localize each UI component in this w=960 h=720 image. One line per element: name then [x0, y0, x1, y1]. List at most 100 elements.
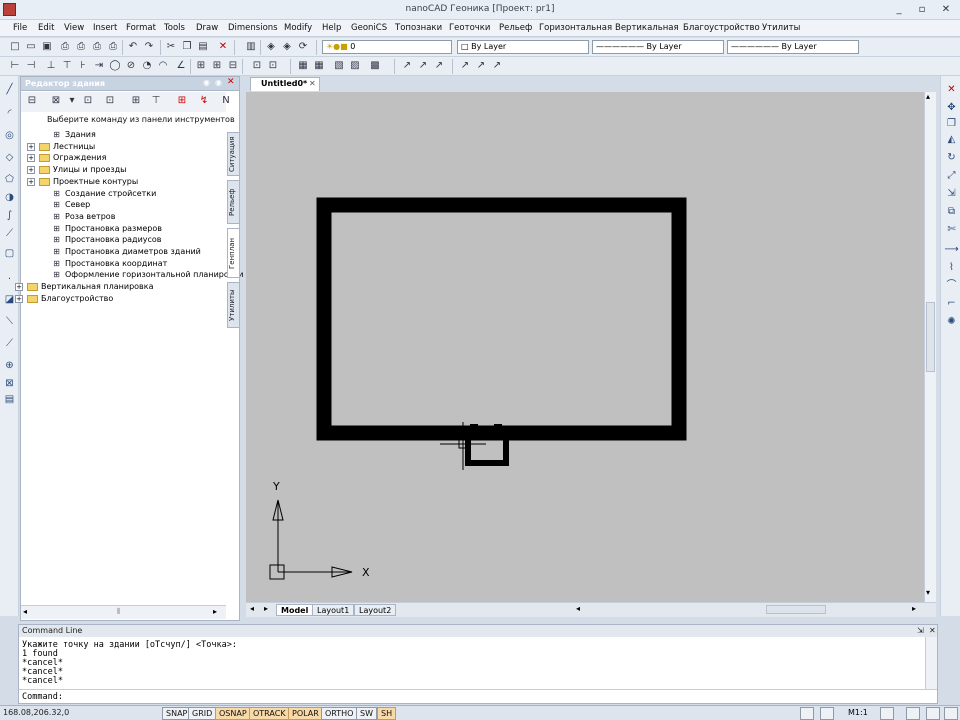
command-input[interactable]: Command: [19, 689, 937, 703]
menu-file[interactable]: File [13, 23, 27, 33]
explode-icon[interactable]: ✺ [944, 314, 959, 329]
tab-situation[interactable]: Ситуация [227, 132, 240, 176]
tree-item[interactable]: ⊞ Создание стройсетки [21, 188, 226, 200]
panel-tool2-icon[interactable]: ⊡ [103, 94, 117, 108]
ellipse-icon[interactable]: ◑ [2, 190, 17, 205]
model-space-icon[interactable] [800, 707, 814, 720]
annotation-visibility-icon[interactable] [880, 707, 894, 720]
minimize-button[interactable]: _ [888, 2, 910, 17]
expand-icon[interactable]: + [27, 166, 35, 175]
hscroll-left-icon[interactable]: ◂ [576, 604, 580, 613]
panel-horizontal-scrollbar[interactable]: ◂ ⦀ ▸ [21, 605, 226, 619]
tree-item[interactable]: + Вертикальная планировка [15, 281, 226, 293]
expand-icon[interactable]: + [15, 294, 23, 303]
tab-layout2[interactable]: Layout2 [354, 604, 397, 616]
panel-pin-icon[interactable]: ◉ [203, 78, 213, 89]
panel-tool4-icon[interactable]: ⊤ [149, 94, 163, 108]
table-insert-icon[interactable]: ▦ [312, 59, 326, 73]
color-combo[interactable]: □ By Layer [457, 40, 589, 54]
panel-close-icon[interactable]: ✕ [227, 77, 237, 89]
print-preview-icon[interactable]: ⎙ [74, 40, 88, 54]
baseline-dim-icon[interactable]: ⊤ [60, 59, 74, 73]
move-icon[interactable]: ✥ [944, 100, 959, 115]
panel-options-icon[interactable]: ◉ [215, 78, 225, 89]
menu-view[interactable]: View [64, 23, 84, 33]
extend-icon[interactable]: ⟶ [944, 242, 959, 257]
tab-genplan[interactable]: Генплан [227, 228, 240, 278]
center-mark-icon[interactable]: ⊞ [210, 59, 224, 73]
lock-icon[interactable] [926, 707, 940, 720]
menu-tools[interactable]: Tools [164, 23, 185, 33]
maximize-button[interactable]: ▫ [911, 2, 933, 17]
donut-icon[interactable]: ⊕ [2, 358, 17, 373]
arc-icon[interactable]: ◜ [2, 106, 17, 121]
osnap-toggle[interactable]: OSNAP [215, 707, 251, 720]
panel-select-icon[interactable]: ⊠ [49, 94, 63, 108]
menu-utilities[interactable]: Утилиты [762, 23, 800, 33]
region-icon[interactable]: ▩ [368, 59, 382, 73]
tab-model[interactable]: Model [276, 604, 314, 616]
menu-dimensions[interactable]: Dimensions [228, 23, 278, 33]
continue-dim-icon[interactable]: ⊦ [76, 59, 90, 73]
insert-block-icon[interactable]: ◈ [280, 40, 294, 54]
panel-expand-icon[interactable]: ⊟ [25, 94, 39, 108]
measure-icon[interactable]: ↗ [490, 59, 504, 73]
menu-landscaping[interactable]: Благоустройство [683, 23, 760, 33]
copy-right-icon[interactable]: ❐ [944, 116, 959, 131]
multiline-text-icon[interactable]: ↗ [400, 59, 414, 73]
linear-dim-icon[interactable]: ⊢ [8, 59, 22, 73]
expand-icon[interactable]: + [27, 142, 35, 151]
building-outline[interactable] [316, 197, 687, 441]
drawing-canvas[interactable]: Y X [246, 92, 924, 602]
paste-icon[interactable]: ▤ [196, 40, 210, 54]
tree-item[interactable]: + Проектные контуры [21, 176, 226, 188]
polyline-icon[interactable]: ⟋ [2, 226, 17, 241]
doc-tab-close-icon[interactable]: ✕ [309, 78, 316, 90]
jogged-dim-icon[interactable]: ◔ [140, 59, 154, 73]
layout-next-icon[interactable]: ▸ [264, 604, 268, 613]
lineweight-combo[interactable]: —————— By Layer [727, 40, 859, 54]
sw-toggle[interactable]: SW [356, 707, 377, 720]
expand-icon[interactable]: + [27, 177, 35, 186]
tree-item[interactable]: ⊞ Простановка радиусов [21, 234, 226, 246]
canvas-vertical-scrollbar[interactable]: ▴ ▾ [924, 92, 936, 602]
chamfer-icon[interactable]: ⌐ [944, 296, 959, 311]
diameter-dim-icon[interactable]: ⊘ [124, 59, 138, 73]
leader-icon[interactable]: ⊟ [226, 59, 240, 73]
tree-item[interactable]: ⊞ Север [21, 199, 226, 211]
panel-tool3-icon[interactable]: ⊞ [129, 94, 143, 108]
polar-toggle[interactable]: POLAR [288, 707, 323, 720]
cmd-close-icon[interactable]: ✕ [929, 625, 936, 637]
tree-item[interactable]: + Улицы и проезды [21, 164, 226, 176]
scroll-up-icon[interactable]: ▴ [926, 92, 930, 101]
stretch-icon[interactable]: ⇲ [944, 186, 959, 201]
fillet-icon[interactable]: ⌒ [944, 278, 959, 293]
hatch-left-icon[interactable]: ▢ [2, 246, 17, 261]
ray-icon[interactable]: ⟋ [2, 336, 17, 351]
menu-toposigns[interactable]: Топознаки [395, 23, 442, 33]
panel-tool1-icon[interactable]: ⊡ [81, 94, 95, 108]
close-button[interactable]: ✕ [935, 2, 957, 17]
tree-item[interactable]: + Лестницы [21, 141, 226, 153]
text-style-icon[interactable]: ↗ [432, 59, 446, 73]
match-properties-icon[interactable]: ▥ [244, 40, 258, 54]
radius-dim-icon[interactable]: ◯ [108, 59, 122, 73]
panel-tool6-icon[interactable]: ↯ [197, 94, 211, 108]
rectangle-icon[interactable]: ◇ [2, 150, 17, 165]
cmd-pin-icon[interactable]: ⇲ [917, 625, 924, 637]
refresh-icon[interactable]: ⟳ [296, 40, 310, 54]
menu-insert[interactable]: Insert [93, 23, 117, 33]
grid-toggle[interactable]: GRID [188, 707, 217, 720]
offset-icon[interactable]: ⧉ [944, 204, 959, 219]
circle-icon[interactable]: ◎ [2, 128, 17, 143]
menu-horizontal[interactable]: Горизонтальная [539, 23, 612, 33]
hscroll-thumb[interactable] [766, 605, 826, 614]
command-scrollbar[interactable] [925, 637, 937, 689]
spline-icon[interactable]: ∫ [2, 208, 17, 223]
menu-relief[interactable]: Рельеф [499, 23, 532, 33]
tree-item[interactable]: ⊞ Здания [21, 129, 226, 141]
tab-layout1[interactable]: Layout1 [312, 604, 355, 616]
tolerance-icon[interactable]: ⊞ [194, 59, 208, 73]
line-icon[interactable]: ╱ [2, 82, 17, 97]
expand-icon[interactable]: + [27, 154, 35, 163]
